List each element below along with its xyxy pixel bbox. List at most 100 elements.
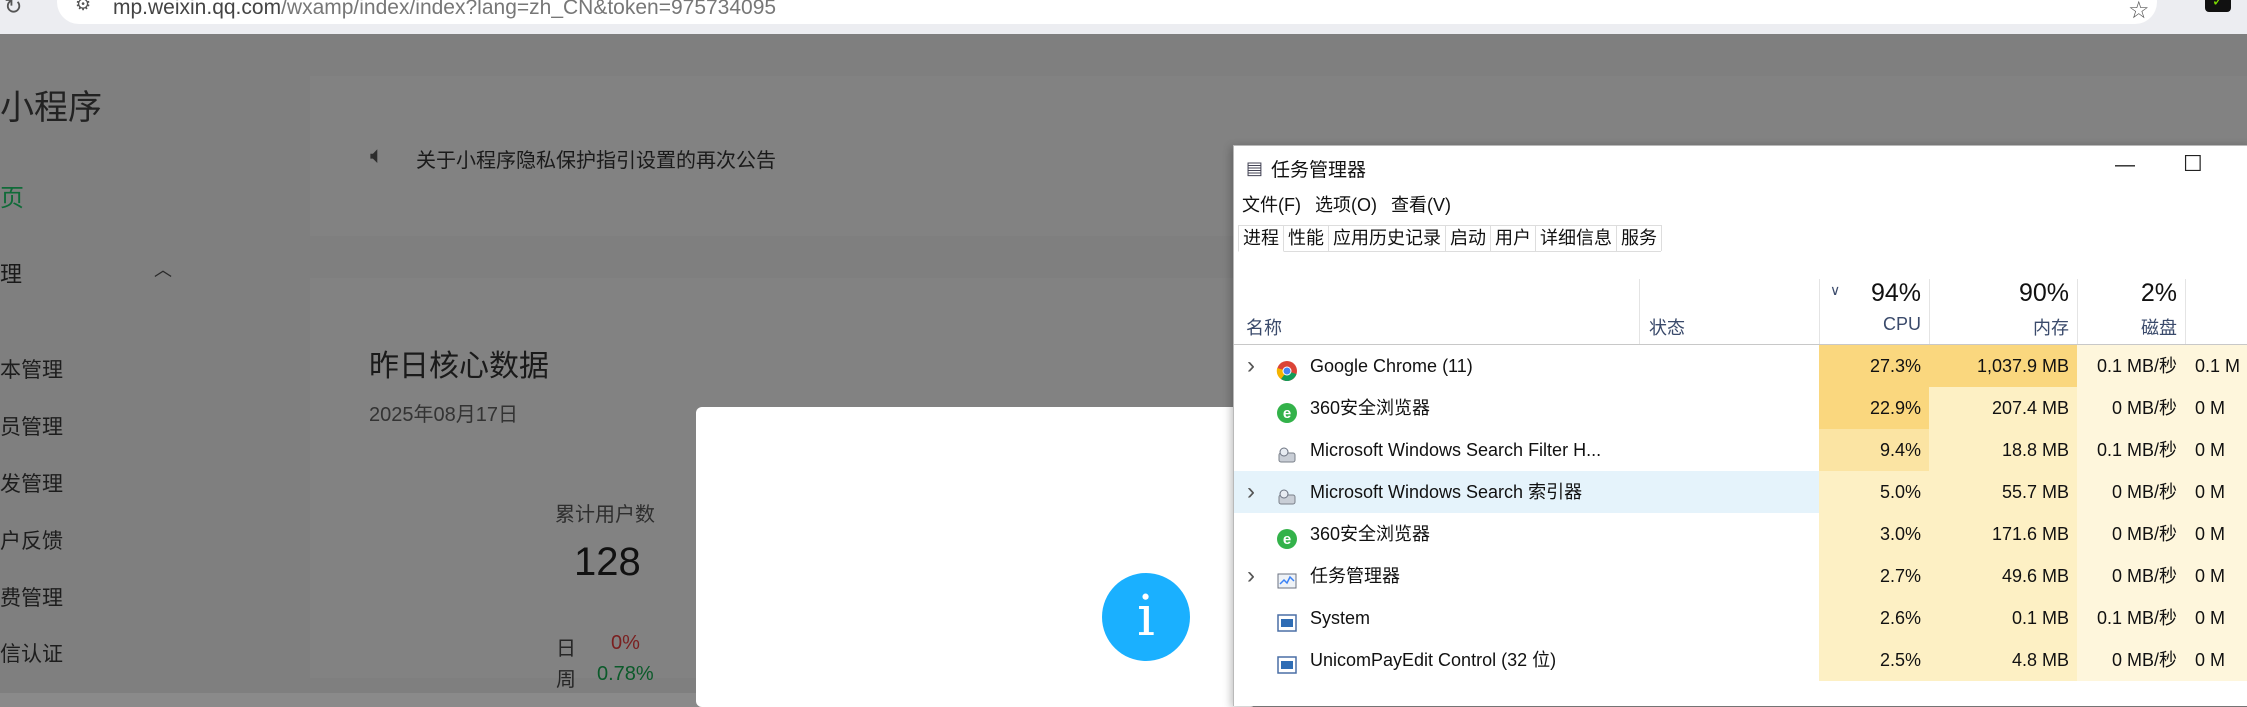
bookmark-star-icon[interactable]: ☆ <box>2128 0 2150 25</box>
tab-details[interactable]: 详细信息 <box>1535 225 1617 251</box>
process-row[interactable]: e 360安全浏览器 3.0% 171.6 MB 0 MB/秒 0 M <box>1234 513 2247 555</box>
process-network: 0 M <box>2185 471 2247 513</box>
process-name-cell[interactable]: e 360安全浏览器 <box>1234 387 1819 429</box>
process-cpu: 22.9% <box>1819 387 1929 429</box>
column-divider[interactable] <box>1639 279 1640 344</box>
address-bar[interactable]: ⚙ mp.weixin.qq.com/wxamp/index/index?lan… <box>57 0 2157 24</box>
stat-label: 累计用户数 <box>555 504 655 526</box>
process-row[interactable]: › Microsoft Windows Search 索引器 5.0% 55.7 MB… <box>1234 471 2247 513</box>
process-name: UnicomPayEdit Control (32 位) <box>1310 650 1557 670</box>
chrome-icon <box>1276 355 1298 381</box>
process-name-cell[interactable]: › Google Chrome (11) <box>1234 345 1819 387</box>
chevron-right-icon[interactable]: › <box>1247 471 1255 513</box>
process-row[interactable]: › Google Chrome (11) 27.3% 1,037.9 MB 0.1 MB… <box>1234 345 2247 387</box>
reload-icon[interactable]: ↻ <box>4 0 22 20</box>
system-icon <box>1276 649 1298 674</box>
process-name-cell[interactable]: › 任务管理器 <box>1234 555 1819 597</box>
menu-view[interactable]: 查看(V) <box>1391 191 1451 217</box>
column-header-disk[interactable]: 磁盘 <box>2077 314 2177 340</box>
process-name: Microsoft Windows Search Filter H... <box>1310 440 1602 460</box>
process-cpu: 27.3% <box>1819 345 1929 387</box>
task-manager-icon: ▤ <box>1246 157 1264 178</box>
process-memory: 18.8 MB <box>1929 429 2077 471</box>
process-memory: 55.7 MB <box>1929 471 2077 513</box>
process-cpu: 3.0% <box>1819 513 1929 555</box>
process-name: System <box>1310 608 1371 628</box>
process-name: Google Chrome (11) <box>1310 356 1473 376</box>
sidebar-item-billing[interactable]: 费管理 <box>0 582 63 612</box>
sidebar-item-feedback[interactable]: 户反馈 <box>0 525 63 555</box>
memory-total[interactable]: 90% <box>1929 279 2069 308</box>
process-name-cell[interactable]: Microsoft Windows Search Filter H... <box>1234 429 1819 471</box>
process-name-cell[interactable]: System <box>1234 597 1819 639</box>
svg-text:e: e <box>1283 405 1291 422</box>
site-settings-icon[interactable]: ⚙ <box>75 0 91 15</box>
column-header-cpu[interactable]: CPU <box>1819 314 1921 335</box>
process-row[interactable]: Microsoft Windows Search Filter H... 9.4%… <box>1234 429 2247 471</box>
sidebar-item-members[interactable]: 员管理 <box>0 411 63 441</box>
stat-value: 128 <box>574 540 641 584</box>
task-manager-icon <box>1276 565 1298 589</box>
menu-options[interactable]: 选项(O) <box>1315 191 1377 217</box>
day-change: 0% <box>611 632 640 654</box>
process-cpu: 2.5% <box>1819 639 1929 681</box>
process-name: 360安全浏览器 <box>1310 398 1431 418</box>
process-disk: 0 MB/秒 <box>2077 471 2185 513</box>
modal-dialog <box>696 407 1256 707</box>
process-name-cell[interactable]: › Microsoft Windows Search 索引器 <box>1234 471 1819 513</box>
sidebar-item-verify[interactable]: 信认证 <box>0 638 63 668</box>
chevron-right-icon[interactable]: › <box>1247 555 1255 597</box>
process-memory: 49.6 MB <box>1929 555 2077 597</box>
process-name-cell[interactable]: e 360安全浏览器 <box>1234 513 1819 555</box>
process-name-cell[interactable]: UnicomPayEdit Control (32 位) <box>1234 639 1819 681</box>
process-network: 0.1 M <box>2185 345 2247 387</box>
day-label: 日 <box>556 638 576 660</box>
tab-processes[interactable]: 进程 <box>1238 225 1284 252</box>
tab-startup[interactable]: 启动 <box>1445 225 1491 251</box>
column-header-status[interactable]: 状态 <box>1649 314 1685 340</box>
process-row[interactable]: UnicomPayEdit Control (32 位) 2.5% 4.8 MB 0 … <box>1234 639 2247 681</box>
browser-toolbar: ↻ ⚙ mp.weixin.qq.com/wxamp/index/index?l… <box>0 0 2247 34</box>
search-indexer-icon <box>1276 439 1298 463</box>
maximize-icon[interactable]: ☐ <box>2183 151 2203 177</box>
extension-icon[interactable]: ✓ <box>2205 0 2231 12</box>
speaker-icon: 🔈︎ <box>370 142 385 169</box>
column-header-name[interactable]: 名称 <box>1246 314 1282 340</box>
process-disk: 0.1 MB/秒 <box>2077 429 2185 471</box>
menu-file[interactable]: 文件(F) <box>1242 191 1301 217</box>
week-change: 0.78% <box>597 663 654 685</box>
chevron-up-icon[interactable]: ︿ <box>154 256 172 282</box>
sidebar-item-home[interactable]: 页 <box>0 178 24 213</box>
sidebar-item-version[interactable]: 本管理 <box>0 354 63 384</box>
info-icon: i <box>1102 573 1190 661</box>
tab-app-history[interactable]: 应用历史记录 <box>1328 225 1446 251</box>
process-cpu: 2.7% <box>1819 555 1929 597</box>
process-disk: 0.1 MB/秒 <box>2077 597 2185 639</box>
process-network: 0 M <box>2185 555 2247 597</box>
column-header-memory[interactable]: 内存 <box>1929 314 2069 340</box>
process-network: 0 M <box>2185 597 2247 639</box>
process-row[interactable]: › 任务管理器 2.7% 49.6 MB 0 MB/秒 0 M <box>1234 555 2247 597</box>
column-divider[interactable] <box>2185 279 2186 344</box>
chevron-right-icon[interactable]: › <box>1247 345 1255 387</box>
title-bar[interactable]: ▤ 任务管理器 <box>1246 146 1366 190</box>
window-title: 任务管理器 <box>1271 159 1367 181</box>
cpu-total[interactable]: 94% <box>1819 279 1921 308</box>
process-network: 0 M <box>2185 513 2247 555</box>
process-memory: 171.6 MB <box>1929 513 2077 555</box>
process-row[interactable]: e 360安全浏览器 22.9% 207.4 MB 0 MB/秒 0 M <box>1234 387 2247 429</box>
process-name: 任务管理器 <box>1310 566 1400 586</box>
process-memory: 207.4 MB <box>1929 387 2077 429</box>
tab-services[interactable]: 服务 <box>1616 225 1662 251</box>
process-disk: 0.1 MB/秒 <box>2077 345 2185 387</box>
notice-link[interactable]: 关于小程序隐私保护指引设置的再次公告 <box>416 144 776 173</box>
process-row[interactable]: System 2.6% 0.1 MB 0.1 MB/秒 0 M <box>1234 597 2247 639</box>
process-disk: 0 MB/秒 <box>2077 555 2185 597</box>
minimize-icon[interactable]: — <box>2115 154 2135 177</box>
sidebar-group-manage[interactable]: 理 <box>0 257 22 289</box>
tab-performance[interactable]: 性能 <box>1283 225 1329 251</box>
tab-users[interactable]: 用户 <box>1490 225 1536 251</box>
disk-total[interactable]: 2% <box>2077 279 2177 308</box>
process-memory: 4.8 MB <box>1929 639 2077 681</box>
sidebar-item-dev[interactable]: 发管理 <box>0 468 63 498</box>
